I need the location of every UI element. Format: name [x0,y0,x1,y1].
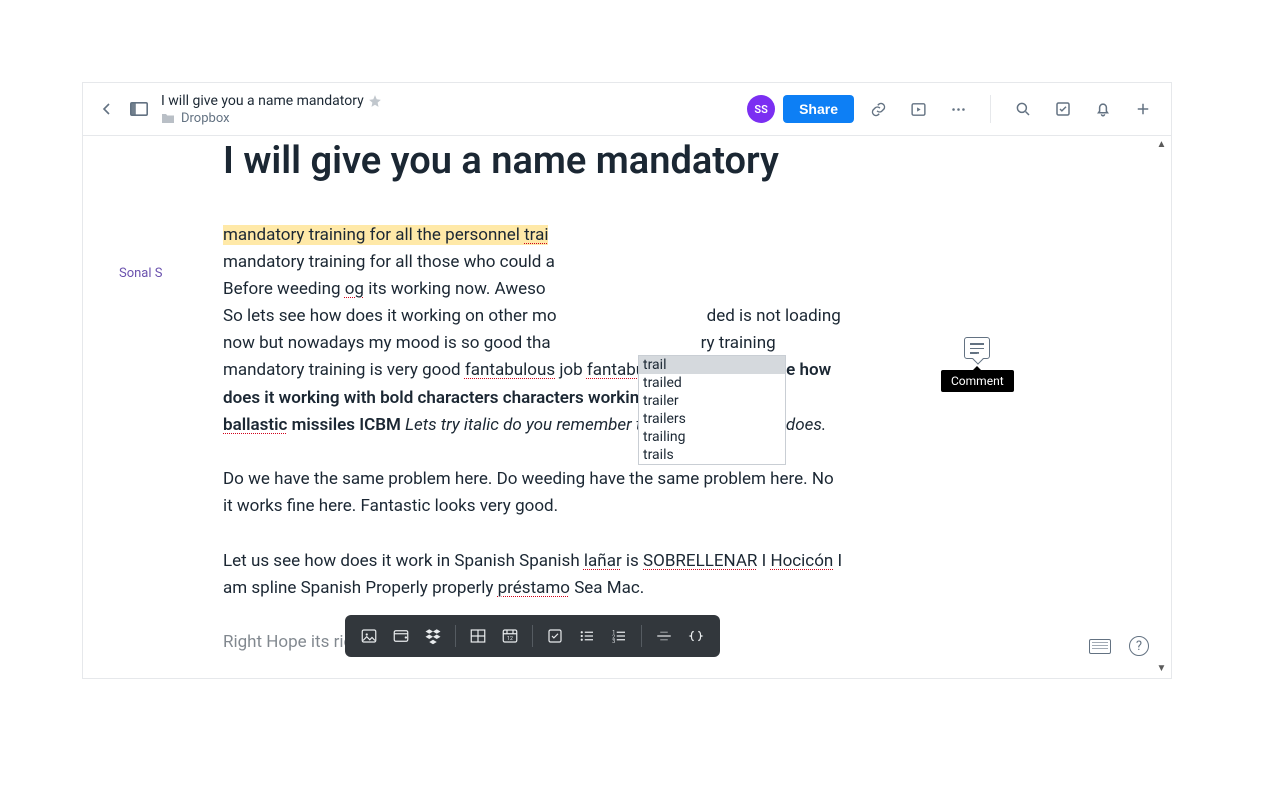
author-label[interactable]: Sonal S [119,266,163,281]
present-button[interactable] [902,93,934,125]
scroll-up-arrow[interactable]: ▲ [1154,137,1169,152]
share-button[interactable]: Share [783,95,854,123]
insert-toolbar: 12 123 [345,615,720,657]
highlighted-text: mandatory training for all the personnel… [223,225,548,245]
scroll-down-arrow[interactable]: ▼ [1154,661,1169,676]
star-icon[interactable] [368,94,382,108]
tasks-button[interactable] [1047,93,1079,125]
svg-text:12: 12 [507,636,513,642]
panel-toggle-button[interactable] [123,93,155,125]
more-button[interactable] [942,93,974,125]
notifications-button[interactable] [1087,93,1119,125]
document-scroll[interactable]: I will give you a name mandatory Sonal S… [83,136,1171,678]
back-button[interactable] [91,93,123,125]
autocomplete-popup[interactable]: trailtrailedtrailertrailerstrailingtrail… [638,355,786,465]
help-icon[interactable]: ? [1129,636,1149,656]
autocomplete-item[interactable]: trailing [639,428,785,446]
add-button[interactable] [1127,93,1159,125]
page-heading: I will give you a name mandatory [223,136,953,186]
autocomplete-item[interactable]: trailer [639,392,785,410]
search-button[interactable] [1007,93,1039,125]
insert-todo-button[interactable] [541,622,569,650]
autocomplete-item[interactable]: trailed [639,374,785,392]
doc-title[interactable]: I will give you a name mandatory [161,93,364,109]
insert-divider-button[interactable] [650,622,678,650]
autocomplete-item[interactable]: trails [639,446,785,464]
insert-table-button[interactable] [464,622,492,650]
avatar[interactable]: SS [747,95,775,123]
folder-icon [161,112,175,124]
comment-tooltip: Comment [941,370,1014,392]
insert-bullets-button[interactable] [573,622,601,650]
topbar: I will give you a name mandatory Dropbox… [83,83,1171,136]
insert-image-button[interactable] [355,622,383,650]
insert-code-button[interactable] [682,622,710,650]
svg-text:3: 3 [612,639,615,645]
breadcrumb[interactable]: Dropbox [181,111,230,126]
comment-icon[interactable] [964,337,990,359]
copy-link-button[interactable] [862,93,894,125]
insert-timeline-button[interactable]: 12 [496,622,524,650]
autocomplete-item[interactable]: trail [639,356,785,374]
autocomplete-item[interactable]: trailers [639,410,785,428]
keyboard-icon[interactable] [1089,639,1111,654]
insert-numbered-button[interactable]: 123 [605,622,633,650]
app-frame: I will give you a name mandatory Dropbox… [82,82,1172,679]
insert-dropbox-button[interactable] [419,622,447,650]
insert-app-button[interactable] [387,622,415,650]
